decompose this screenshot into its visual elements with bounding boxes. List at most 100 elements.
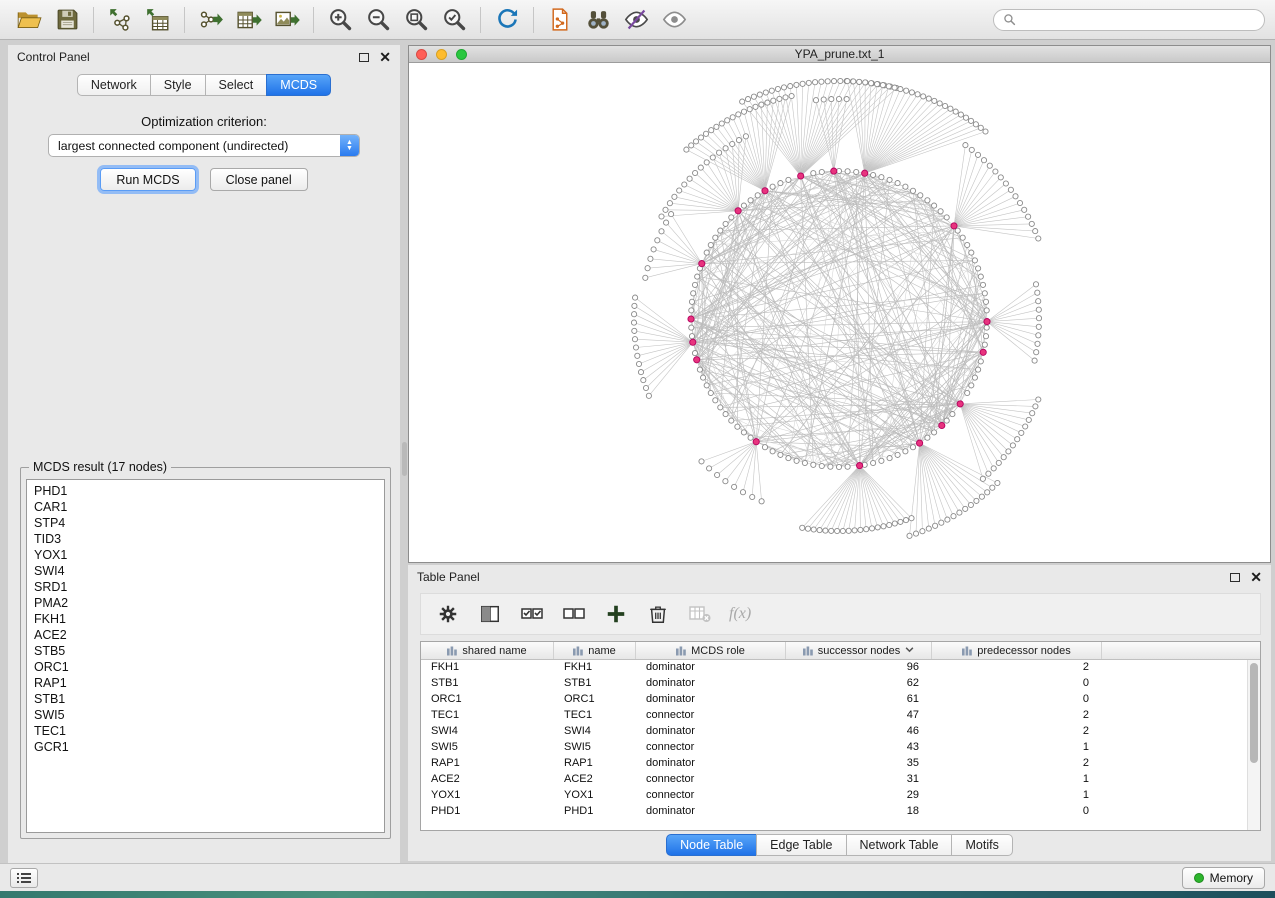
new-network-from-selection-icon[interactable] bbox=[541, 4, 579, 36]
table-row[interactable]: RAP1RAP1dominator352 bbox=[421, 756, 1260, 772]
tab-node-table[interactable]: Node Table bbox=[666, 834, 757, 856]
column-header-label: shared name bbox=[462, 645, 526, 657]
criterion-dropdown[interactable]: largest connected component (undirected)… bbox=[48, 134, 360, 157]
table-cell: 47 bbox=[786, 708, 932, 724]
column-header-predecessor-nodes[interactable]: predecessor nodes bbox=[932, 642, 1102, 659]
column-header-MCDS-role[interactable]: MCDS role bbox=[636, 642, 786, 659]
show-details-icon[interactable] bbox=[655, 4, 693, 36]
float-panel-icon[interactable] bbox=[359, 53, 369, 62]
gear-icon[interactable] bbox=[435, 601, 461, 627]
mcds-result-item[interactable]: TEC1 bbox=[27, 723, 384, 739]
mcds-result-item[interactable]: PMA2 bbox=[27, 595, 384, 611]
export-table-icon[interactable] bbox=[230, 4, 268, 36]
column-header-label: successor nodes bbox=[818, 645, 901, 657]
table-cell: 0 bbox=[932, 676, 1102, 692]
mcds-result-item[interactable]: SWI4 bbox=[27, 563, 384, 579]
tab-mcds[interactable]: MCDS bbox=[266, 74, 331, 96]
refresh-icon[interactable] bbox=[488, 4, 526, 36]
mcds-result-item[interactable]: PHD1 bbox=[27, 483, 384, 499]
column-header-shared-name[interactable]: shared name bbox=[421, 642, 554, 659]
search-box[interactable] bbox=[993, 9, 1265, 31]
table-row[interactable]: FKH1FKH1dominator962 bbox=[421, 660, 1260, 676]
control-panel: Control Panel ✕ NetworkStyleSelectMCDS O… bbox=[8, 45, 400, 863]
float-panel-icon[interactable] bbox=[1230, 573, 1240, 582]
maximize-window-icon[interactable] bbox=[456, 49, 467, 60]
scrollbar-thumb[interactable] bbox=[1250, 663, 1258, 763]
import-network-icon[interactable] bbox=[101, 4, 139, 36]
deselect-all-icon[interactable] bbox=[561, 601, 587, 627]
mcds-result-item[interactable]: ORC1 bbox=[27, 659, 384, 675]
table-cell: 2 bbox=[932, 660, 1102, 676]
column-header-successor-nodes[interactable]: successor nodes bbox=[786, 642, 932, 659]
panel-menu-icon[interactable] bbox=[10, 868, 38, 888]
zoom-in-icon[interactable] bbox=[321, 4, 359, 36]
mcds-result-item[interactable]: STP4 bbox=[27, 515, 384, 531]
mcds-result-item[interactable]: GCR1 bbox=[27, 739, 384, 755]
table-row[interactable]: TEC1TEC1connector472 bbox=[421, 708, 1260, 724]
table-row[interactable]: ACE2ACE2connector311 bbox=[421, 772, 1260, 788]
mcds-result-item[interactable]: SRD1 bbox=[27, 579, 384, 595]
table-cell: connector bbox=[636, 740, 786, 756]
select-all-icon[interactable] bbox=[519, 601, 545, 627]
table-row[interactable]: YOX1YOX1connector291 bbox=[421, 788, 1260, 804]
network-window-titlebar[interactable]: YPA_prune.txt_1 bbox=[409, 46, 1270, 63]
save-icon[interactable] bbox=[48, 4, 86, 36]
table-cell: SWI4 bbox=[554, 724, 636, 740]
table-row[interactable]: STB1STB1dominator620 bbox=[421, 676, 1260, 692]
export-network-icon[interactable] bbox=[192, 4, 230, 36]
table-row[interactable]: ORC1ORC1dominator610 bbox=[421, 692, 1260, 708]
search-icon bbox=[1003, 13, 1016, 26]
add-column-icon[interactable] bbox=[603, 601, 629, 627]
tab-network-table[interactable]: Network Table bbox=[846, 834, 953, 856]
mcds-result-item[interactable]: FKH1 bbox=[27, 611, 384, 627]
mcds-result-item[interactable]: RAP1 bbox=[27, 675, 384, 691]
mcds-result-item[interactable]: YOX1 bbox=[27, 547, 384, 563]
close-panel-icon[interactable]: ✕ bbox=[379, 50, 391, 64]
hide-details-icon[interactable] bbox=[617, 4, 655, 36]
table-cell: 0 bbox=[932, 804, 1102, 820]
close-panel-button[interactable]: Close panel bbox=[210, 168, 308, 191]
delete-column-icon[interactable] bbox=[645, 601, 671, 627]
close-window-icon[interactable] bbox=[416, 49, 427, 60]
column-chooser-icon[interactable] bbox=[477, 601, 503, 627]
table-row[interactable]: SWI5SWI5connector431 bbox=[421, 740, 1260, 756]
table-row[interactable]: PHD1PHD1dominator180 bbox=[421, 804, 1260, 820]
import-table-icon[interactable] bbox=[139, 4, 177, 36]
column-header-name[interactable]: name bbox=[554, 642, 636, 659]
table-cell: YOX1 bbox=[421, 788, 554, 804]
zoom-selected-icon[interactable] bbox=[435, 4, 473, 36]
search-input[interactable] bbox=[1022, 13, 1255, 27]
table-cell: STB1 bbox=[421, 676, 554, 692]
table-scrollbar[interactable] bbox=[1247, 660, 1260, 830]
mcds-result-list[interactable]: PHD1CAR1STP4TID3YOX1SWI4SRD1PMA2FKH1ACE2… bbox=[26, 479, 385, 833]
optimization-criterion-label: Optimization criterion: bbox=[8, 114, 400, 129]
tab-motifs[interactable]: Motifs bbox=[951, 834, 1012, 856]
zoom-fit-icon[interactable] bbox=[397, 4, 435, 36]
panel-splitter-handle[interactable] bbox=[402, 442, 407, 476]
open-file-icon[interactable] bbox=[10, 4, 48, 36]
mcds-result-item[interactable]: STB5 bbox=[27, 643, 384, 659]
memory-button[interactable]: Memory bbox=[1182, 867, 1265, 889]
close-panel-icon[interactable]: ✕ bbox=[1250, 570, 1262, 584]
tab-select[interactable]: Select bbox=[205, 74, 268, 96]
tab-network[interactable]: Network bbox=[77, 74, 151, 96]
table-cell: 46 bbox=[786, 724, 932, 740]
run-mcds-button[interactable]: Run MCDS bbox=[100, 168, 195, 191]
network-canvas[interactable] bbox=[409, 63, 1270, 562]
table-cell: 96 bbox=[786, 660, 932, 676]
export-image-icon[interactable] bbox=[268, 4, 306, 36]
column-header-label: predecessor nodes bbox=[977, 645, 1071, 657]
table-cell: FKH1 bbox=[554, 660, 636, 676]
mcds-result-item[interactable]: SWI5 bbox=[27, 707, 384, 723]
mcds-result-item[interactable]: ACE2 bbox=[27, 627, 384, 643]
mcds-result-item[interactable]: STB1 bbox=[27, 691, 384, 707]
mcds-result-item[interactable]: TID3 bbox=[27, 531, 384, 547]
table-cell: ORC1 bbox=[421, 692, 554, 708]
mcds-result-item[interactable]: CAR1 bbox=[27, 499, 384, 515]
tab-style[interactable]: Style bbox=[150, 74, 206, 96]
table-row[interactable]: SWI4SWI4dominator462 bbox=[421, 724, 1260, 740]
minimize-window-icon[interactable] bbox=[436, 49, 447, 60]
search-binoculars-icon[interactable] bbox=[579, 4, 617, 36]
tab-edge-table[interactable]: Edge Table bbox=[756, 834, 846, 856]
zoom-out-icon[interactable] bbox=[359, 4, 397, 36]
